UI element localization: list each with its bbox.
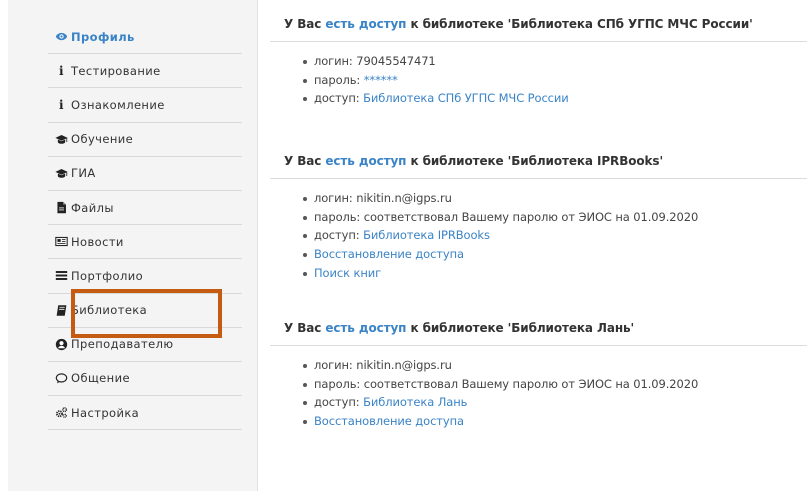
restore-access-link[interactable]: Восстановление доступа xyxy=(314,247,464,261)
sidebar: Профиль i Тестирование i Ознакомление Об… xyxy=(8,0,258,491)
library-header-prefix: У Вас xyxy=(284,321,322,335)
search-books-link[interactable]: Поиск книг xyxy=(314,266,381,280)
sidebar-item-label: Тестирование xyxy=(71,63,161,78)
sidebar-item-label: ГИА xyxy=(71,166,96,181)
sidebar-item-files[interactable]: Файлы xyxy=(48,191,242,226)
sidebar-item-communication[interactable]: Общение xyxy=(48,362,242,397)
sidebar-item-portfolio[interactable]: Портфолио xyxy=(48,259,242,294)
sidebar-item-label: Преподавателю xyxy=(71,337,174,352)
sidebar-item-label: Общение xyxy=(71,371,130,386)
access-item: доступ: Библиотека IPRBooks xyxy=(303,226,807,245)
password-item: пароль: соответствовал Вашему паролю от … xyxy=(303,375,807,394)
list-icon xyxy=(54,269,69,283)
restore-access-item: Восстановление доступа xyxy=(303,245,807,264)
library-access-content: У Вас есть доступ к библиотеке 'Библиоте… xyxy=(270,0,807,491)
access-item: доступ: Библиотека СПб УГПС МЧС России xyxy=(303,89,807,108)
sidebar-item-profile[interactable]: Профиль xyxy=(48,20,242,55)
library-details-list: логин: 79045547471 пароль: ****** доступ… xyxy=(270,52,807,108)
access-label: доступ: xyxy=(314,91,364,106)
password-item: пароль: ****** xyxy=(303,71,807,90)
library-header: У Вас есть доступ к библиотеке 'Библиоте… xyxy=(270,10,807,42)
library-details-list: логин: nikitin.n@igps.ru пароль: соответ… xyxy=(270,189,807,283)
library-header-prefix: У Вас xyxy=(284,17,322,31)
password-item: пароль: соответствовал Вашему паролю от … xyxy=(303,208,807,227)
sidebar-item-library[interactable]: Библиотека xyxy=(48,294,242,328)
info-icon: i xyxy=(59,97,64,112)
password-label: пароль: xyxy=(314,72,364,87)
newspaper-icon xyxy=(54,235,69,249)
sidebar-menu: Профиль i Тестирование i Ознакомление Об… xyxy=(48,20,242,431)
sidebar-item-label: Файлы xyxy=(71,200,114,215)
library-block-lan: У Вас есть доступ к библиотеке 'Библиоте… xyxy=(270,314,807,431)
library-header-suffix: к библиотеке 'Библиотека IPRBooks' xyxy=(410,154,664,168)
cogs-icon xyxy=(54,406,69,420)
sidebar-item-gia[interactable]: ГИА xyxy=(48,157,242,191)
library-link[interactable]: Библиотека IPRBooks xyxy=(363,228,490,242)
sidebar-item-label: Обучение xyxy=(71,132,134,147)
info-icon: i xyxy=(59,63,64,78)
graduation-cap-icon xyxy=(54,166,69,180)
library-header-suffix: к библиотеке 'Библиотека Лань' xyxy=(410,321,635,335)
library-details-list: логин: nikitin.n@igps.ru пароль: соответ… xyxy=(270,356,807,431)
sidebar-item-testing[interactable]: i Тестирование xyxy=(48,54,242,89)
sidebar-item-label: Настройка xyxy=(71,405,140,420)
file-icon xyxy=(54,201,69,215)
library-header: У Вас есть доступ к библиотеке 'Библиоте… xyxy=(270,147,807,179)
book-icon xyxy=(54,303,69,317)
access-link[interactable]: есть доступ xyxy=(325,154,406,168)
login-item: логин: 79045547471 xyxy=(303,52,807,71)
library-link[interactable]: Библиотека СПб УГПС МЧС России xyxy=(363,91,569,105)
sidebar-item-label: Ознакомление xyxy=(71,97,165,112)
sidebar-item-label: Портфолио xyxy=(71,268,144,283)
sidebar-item-label: Новости xyxy=(71,234,124,249)
sidebar-item-label: Профиль xyxy=(71,29,135,44)
access-label: доступ: xyxy=(314,228,364,243)
restore-access-link[interactable]: Восстановление доступа xyxy=(314,414,464,428)
comment-icon xyxy=(54,371,69,385)
eye-icon xyxy=(54,30,69,44)
sidebar-item-news[interactable]: Новости xyxy=(48,225,242,260)
library-link[interactable]: Библиотека Лань xyxy=(363,395,467,409)
sidebar-item-education[interactable]: Обучение xyxy=(48,123,242,157)
page: Профиль i Тестирование i Ознакомление Об… xyxy=(0,0,807,491)
search-books-item: Поиск книг xyxy=(303,264,807,283)
graduation-cap-icon xyxy=(54,132,69,146)
access-link[interactable]: есть доступ xyxy=(325,321,406,335)
sidebar-item-settings[interactable]: Настройка xyxy=(48,396,242,431)
access-item: доступ: Библиотека Лань xyxy=(303,393,807,412)
sidebar-item-familiarization[interactable]: i Ознакомление xyxy=(48,88,242,123)
access-link[interactable]: есть доступ xyxy=(325,17,406,31)
password-reveal-link[interactable]: ****** xyxy=(364,73,398,87)
library-header-suffix: к библиотеке 'Библиотека СПб УГПС МЧС Ро… xyxy=(410,17,753,31)
sidebar-item-label: Библиотека xyxy=(71,303,148,318)
access-label: доступ: xyxy=(314,395,364,410)
library-header: У Вас есть доступ к библиотеке 'Библиоте… xyxy=(270,314,807,346)
login-item: логин: nikitin.n@igps.ru xyxy=(303,356,807,375)
restore-access-item: Восстановление доступа xyxy=(303,412,807,431)
login-item: логин: nikitin.n@igps.ru xyxy=(303,189,807,208)
library-block-spb: У Вас есть доступ к библиотеке 'Библиоте… xyxy=(270,10,807,108)
library-header-prefix: У Вас xyxy=(284,154,322,168)
user-circle-icon xyxy=(54,337,69,351)
library-block-iprbooks: У Вас есть доступ к библиотеке 'Библиоте… xyxy=(270,147,807,283)
sidebar-item-teacher[interactable]: Преподавателю xyxy=(48,328,242,362)
